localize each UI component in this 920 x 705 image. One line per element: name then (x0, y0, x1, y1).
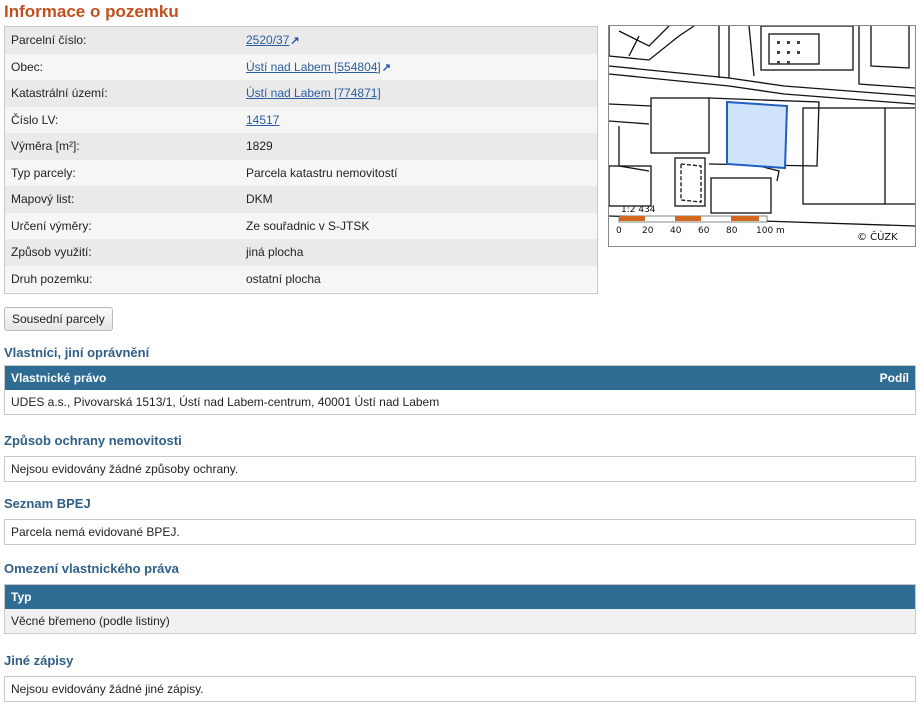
scale-tick-label: 100 m (756, 226, 785, 236)
map-scale-bar: 1:2 434 0 20 40 60 80 100 m (616, 205, 785, 236)
scale-tick-label: 40 (670, 226, 682, 236)
map-copyright: © ČÚZK (857, 230, 898, 243)
info-label: Obec: (11, 59, 44, 74)
column-ownership-right: Vlastnické právo (11, 371, 107, 385)
info-value: Ústí nad Labem [554804]↗ (242, 60, 597, 74)
info-value: ostatní plocha (246, 271, 321, 286)
owners-table: Vlastnické právo Podíl UDES a.s., Pivova… (4, 365, 916, 415)
info-row: Obec: Ústí nad Labem [554804]↗ (5, 53, 597, 80)
owners-table-header: Vlastnické právo Podíl (5, 366, 915, 390)
column-type: Typ (11, 590, 32, 604)
info-link[interactable]: 14517 (246, 113, 279, 127)
owner-row: UDES a.s., Pivovarská 1513/1, Ústí nad L… (11, 395, 440, 409)
info-row: Způsob využití: jiná plocha (5, 239, 597, 266)
info-value: Ze souřadnic v S-JTSK (246, 218, 370, 233)
page-title: Informace o pozemku (4, 2, 179, 21)
scale-tick-label: 60 (698, 226, 710, 236)
info-row: Číslo LV: 14517 (5, 106, 597, 133)
external-link-icon[interactable]: ↗ (382, 62, 391, 74)
bpej-box: Parcela nemá evidované BPEJ. (4, 519, 916, 545)
info-row: Mapový list: DKM (5, 186, 597, 213)
scale-tick-label: 0 (616, 226, 622, 236)
other-text: Nejsou evidovány žádné jiné zápisy. (11, 682, 204, 696)
info-row: Druh pozemku: ostatní plocha (5, 265, 597, 292)
map-drawing: 1:2 434 0 20 40 60 80 100 m © ČÚZK (609, 26, 915, 243)
info-row: Určení výměry: Ze souřadnic v S-JTSK (5, 212, 597, 239)
parcel-highlight (726, 100, 789, 170)
info-label: Určení výměry: (11, 218, 92, 233)
restrictions-heading: Omezení vlastnického práva (4, 561, 179, 576)
info-label: Typ parcely: (11, 165, 76, 180)
protection-box: Nejsou evidovány žádné způsoby ochrany. (4, 456, 916, 482)
info-row: Výměra [m²]: 1829 (5, 133, 597, 160)
info-value: jiná plocha (246, 245, 304, 260)
info-label: Mapový list: (11, 192, 75, 207)
info-row: Katastrální území: Ústí nad Labem [774871… (5, 80, 597, 107)
map-scale-ratio: 1:2 434 (621, 205, 656, 215)
info-value: Ústí nad Labem [774871] (242, 86, 597, 100)
column-share: Podíl (879, 371, 909, 385)
info-value: 1829 (246, 139, 273, 154)
info-row: Parcelní číslo: 2520/37↗ (5, 27, 597, 54)
info-label: Výměra [m²]: (11, 139, 80, 154)
other-heading: Jiné zápisy (4, 653, 74, 668)
scale-tick-label: 80 (726, 226, 738, 236)
bpej-heading: Seznam BPEJ (4, 496, 91, 511)
bpej-text: Parcela nemá evidované BPEJ. (11, 525, 180, 539)
info-link[interactable]: 2520/37 (246, 33, 289, 47)
restrictions-table-header: Typ (5, 585, 915, 609)
neighbors-button[interactable]: Sousední parcely (4, 307, 113, 331)
info-label: Druh pozemku: (11, 271, 93, 286)
parcel-info-table: Parcelní číslo: 2520/37↗ Obec: Ústí nad Lab… (4, 26, 598, 294)
info-label: Katastrální území: (11, 86, 108, 101)
protection-text: Nejsou evidovány žádné způsoby ochrany. (11, 462, 239, 476)
restrictions-table: Typ Věcné břemeno (podle listiny) (4, 584, 916, 634)
restriction-row: Věcné břemeno (podle listiny) (5, 609, 915, 633)
scale-tick-label: 20 (642, 226, 654, 236)
owners-heading: Vlastníci, jiní oprávnění (4, 345, 150, 360)
info-label: Číslo LV: (11, 112, 59, 127)
info-value: Parcela katastru nemovitostí (246, 165, 398, 180)
info-row: Typ parcely: Parcela katastru nemovitostí (5, 159, 597, 186)
info-label: Parcelní číslo: (11, 33, 87, 48)
info-value: 14517 (242, 113, 597, 127)
other-box: Nejsou evidovány žádné jiné zápisy. (4, 676, 916, 702)
info-link[interactable]: Ústí nad Labem [554804] (246, 60, 381, 74)
info-value: DKM (246, 192, 273, 207)
parcel-map[interactable]: 1:2 434 0 20 40 60 80 100 m © ČÚZK (608, 25, 916, 247)
protection-heading: Způsob ochrany nemovitosti (4, 433, 182, 448)
info-value: 2520/37↗ (242, 33, 597, 47)
info-label: Způsob využití: (11, 245, 92, 260)
info-link[interactable]: Ústí nad Labem [774871] (246, 86, 381, 100)
external-link-icon[interactable]: ↗ (290, 35, 299, 47)
